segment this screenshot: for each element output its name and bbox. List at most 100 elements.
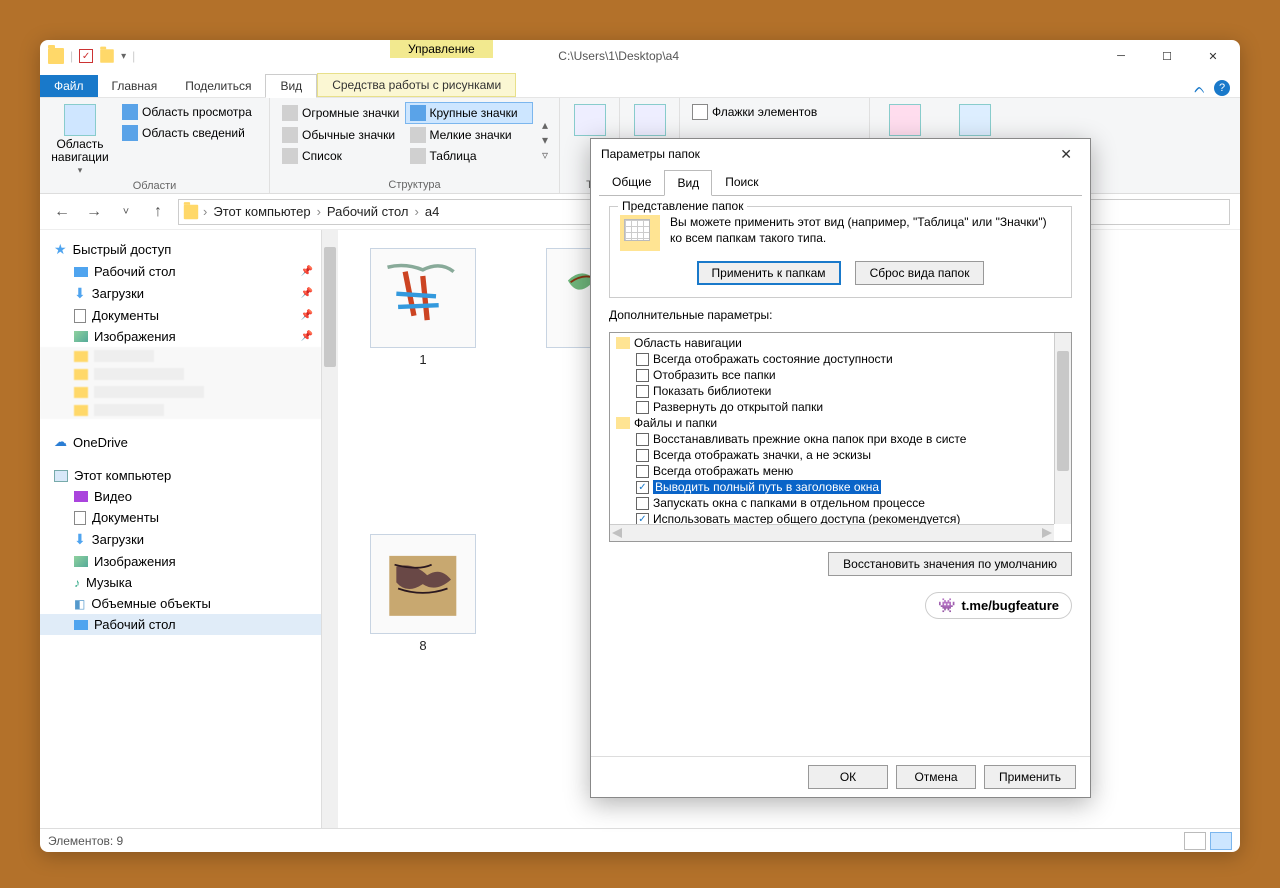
sidebar-item-desktop[interactable]: Рабочий стол📌 [40,261,321,282]
tree-option[interactable]: Отобразить все папки [612,367,1069,383]
advanced-settings-list[interactable]: Область навигации Всегда отображать сост… [609,332,1072,542]
breadcrumb[interactable]: Этот компьютер [211,204,312,219]
file-item[interactable]: 1 [358,248,488,367]
list-vscrollbar[interactable] [1054,333,1071,524]
layout-small[interactable]: Мелкие значки [406,125,534,145]
sidebar-item-downloads[interactable]: ⬇Загрузки📌 [40,282,321,305]
tree-group-navigation[interactable]: Область навигации [612,335,1069,351]
tree-option[interactable]: Всегда отображать меню [612,463,1069,479]
breadcrumb[interactable]: a4 [423,204,441,219]
tab-view[interactable]: Вид [265,74,317,98]
layout-list[interactable]: Список [278,146,406,166]
apply-to-folders-button[interactable]: Применить к папкам [697,261,841,285]
collapse-ribbon-icon[interactable]: ᨈ [1194,80,1206,97]
details-view-button[interactable] [1184,832,1206,850]
checkbox[interactable] [636,433,649,446]
tree-option[interactable]: Развернуть до открытой папки [612,399,1069,415]
document-icon [74,309,86,323]
close-button[interactable]: ✕ [1190,40,1236,72]
sidebar-item-quick-access[interactable]: ★Быстрый доступ [40,238,321,261]
tree-option[interactable]: Всегда отображать значки, а не эскизы [612,447,1069,463]
restore-defaults-button[interactable]: Восстановить значения по умолчанию [828,552,1072,576]
layout-details[interactable]: Таблица [406,146,534,166]
cancel-button[interactable]: Отмена [896,765,976,789]
details-pane-button[interactable]: Область сведений [118,123,256,143]
checkbox[interactable] [636,401,649,414]
qat-folder-icon[interactable] [100,49,114,63]
sidebar-item-3d-objects[interactable]: ◧Объемные объекты [40,593,321,614]
layout-medium[interactable]: Обычные значки [278,125,406,145]
sidebar-item-music[interactable]: ♪Музыка [40,572,321,593]
navigation-pane-button[interactable]: Область навигации ▾ [48,102,112,178]
tab-share[interactable]: Поделиться [171,75,265,97]
tab-file[interactable]: Файл [40,75,98,97]
file-item[interactable]: 8 [358,534,488,653]
sidebar-item-desktop[interactable]: Рабочий стол [40,614,321,635]
tree-option[interactable]: Запускать окна с папками в отдельном про… [612,495,1069,511]
sidebar-item-recent[interactable] [40,365,321,383]
checkbox[interactable] [636,465,649,478]
layout-scroll-up[interactable]: ▴ [539,118,551,132]
item-checkboxes-toggle[interactable]: Флажки элементов [688,102,821,122]
close-button[interactable]: ✕ [1052,142,1080,167]
sidebar-item-recent[interactable] [40,383,321,401]
help-icon[interactable]: ? [1214,80,1230,96]
back-button[interactable]: ← [50,200,74,224]
list-hscrollbar[interactable] [610,524,1054,541]
sidebar-item-recent[interactable] [40,401,321,419]
preview-pane-button[interactable]: Область просмотра [118,102,256,122]
tree-option[interactable]: Всегда отображать состояние доступности [612,351,1069,367]
apply-button[interactable]: Применить [984,765,1076,789]
pin-icon: 📌 [301,266,313,277]
recent-dropdown[interactable]: ˅ [114,200,138,224]
checkbox[interactable] [636,369,649,382]
sidebar-item-onedrive[interactable]: ☁OneDrive [40,431,321,453]
sidebar-item-downloads[interactable]: ⬇Загрузки [40,528,321,551]
sidebar-item-documents[interactable]: Документы [40,507,321,528]
reset-folders-button[interactable]: Сброс вида папок [855,261,985,285]
chevron-right-icon[interactable]: › [317,204,321,219]
sidebar-item-videos[interactable]: Видео [40,486,321,507]
tab-general[interactable]: Общие [599,169,664,195]
breadcrumb[interactable]: Рабочий стол [325,204,411,219]
dialog-titlebar[interactable]: Параметры папок ✕ [591,139,1090,169]
tree-option[interactable]: Показать библиотеки [612,383,1069,399]
qat-overflow[interactable]: ▾ [121,51,126,62]
sidebar-item-pictures[interactable]: Изображения📌 [40,326,321,347]
layout-scroll-down[interactable]: ▾ [539,133,551,147]
sidebar-scrollbar[interactable] [321,230,338,828]
minimize-button[interactable]: ─ [1098,40,1144,72]
checkbox[interactable] [636,353,649,366]
maximize-button[interactable]: ☐ [1144,40,1190,72]
forward-button[interactable]: → [82,200,106,224]
up-button[interactable]: ↑ [146,200,170,224]
tree-option-full-path[interactable]: ✓Выводить полный путь в заголовке окна [612,479,1069,495]
folder-icon [616,337,630,349]
tab-view[interactable]: Вид [664,170,712,196]
ok-button[interactable]: ОК [808,765,888,789]
chevron-right-icon[interactable]: › [415,204,419,219]
checkbox[interactable] [636,497,649,510]
sidebar-item-recent[interactable] [40,347,321,365]
group-label-panes: Области [48,178,261,192]
folder-icon [616,417,630,429]
folder-preview-icon [620,215,660,251]
item-count: Элементов: 9 [48,834,123,848]
tab-picture-tools[interactable]: Средства работы с рисунками [317,73,516,97]
large-icons-view-button[interactable] [1210,832,1232,850]
checkbox[interactable] [636,385,649,398]
tree-group-files[interactable]: Файлы и папки [612,415,1069,431]
layout-extra-large[interactable]: Огромные значки [278,102,405,124]
sidebar-item-this-pc[interactable]: Этот компьютер [40,465,321,486]
tab-home[interactable]: Главная [98,75,172,97]
sidebar-item-pictures[interactable]: Изображения [40,551,321,572]
qat-checkbox-icon[interactable]: ✓ [79,49,93,63]
layout-more[interactable]: ▿ [539,148,551,162]
tab-search[interactable]: Поиск [712,169,771,195]
checkbox[interactable] [636,449,649,462]
layout-large[interactable]: Крупные значки [405,102,534,124]
sidebar-item-documents[interactable]: Документы📌 [40,305,321,326]
tree-option[interactable]: Восстанавливать прежние окна папок при в… [612,431,1069,447]
chevron-right-icon[interactable]: › [203,204,207,219]
checkbox-checked[interactable]: ✓ [636,481,649,494]
